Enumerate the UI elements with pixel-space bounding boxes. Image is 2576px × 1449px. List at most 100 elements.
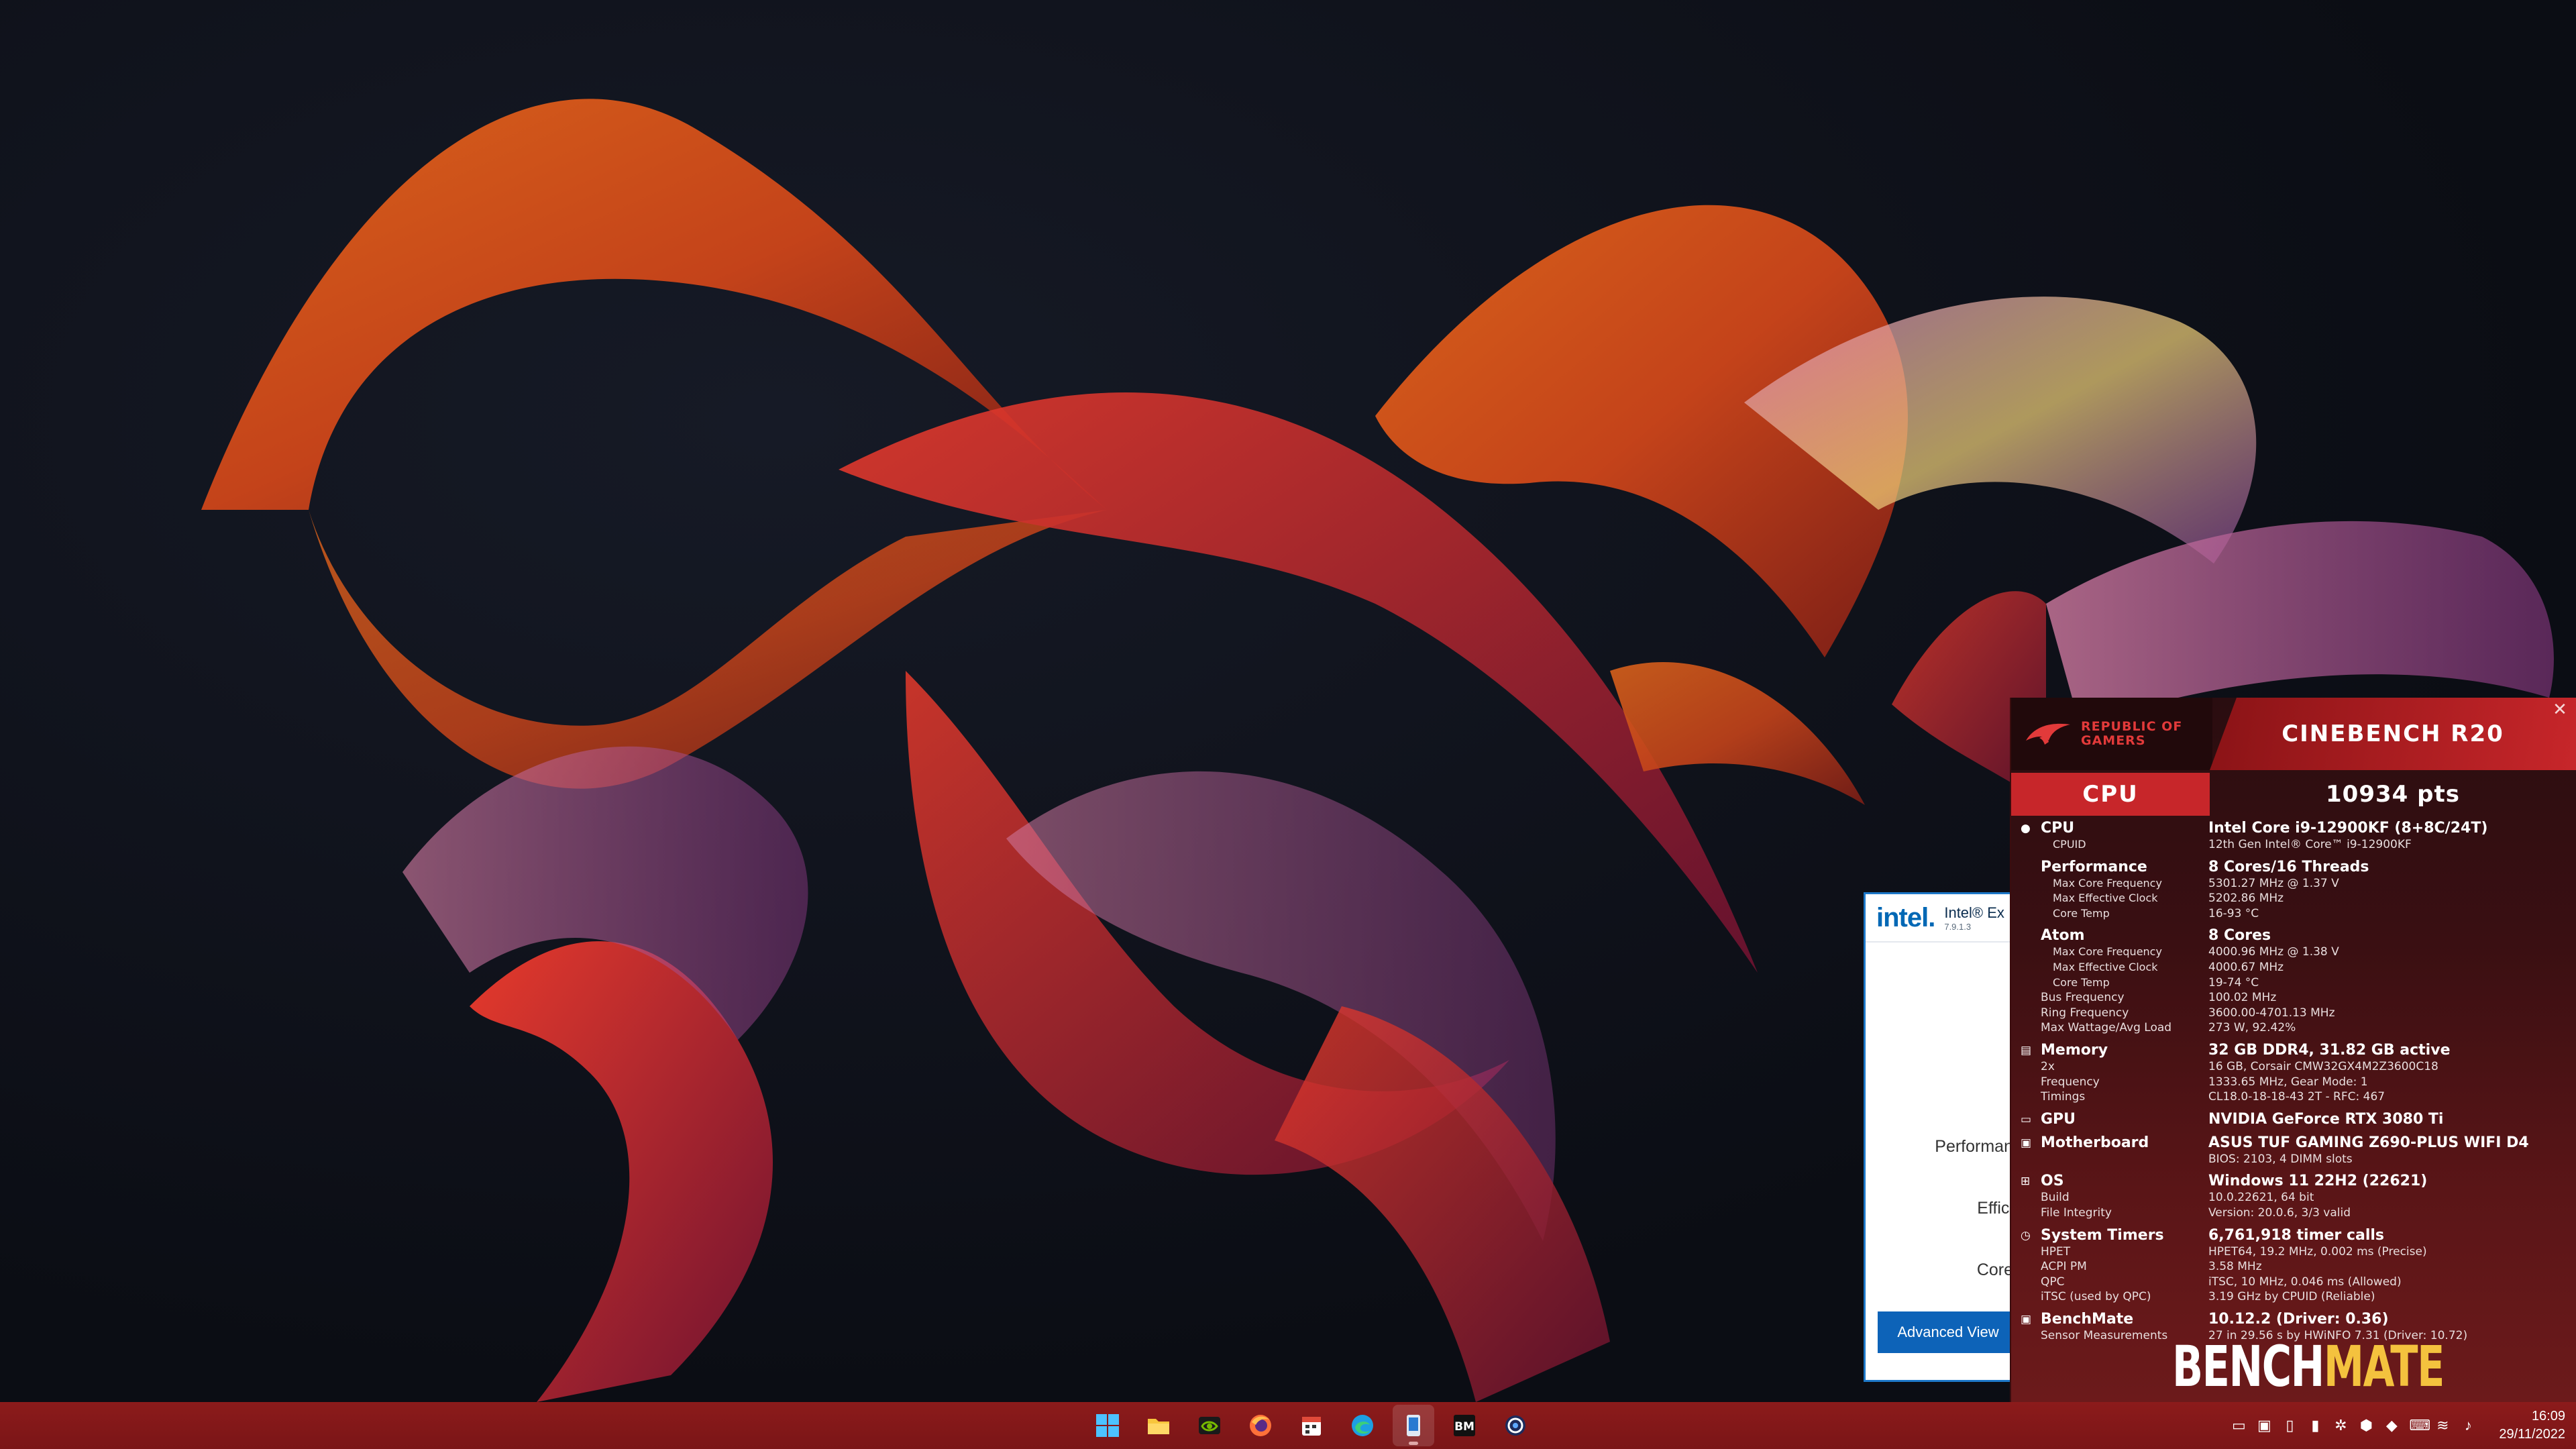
spec-row: Core Temp 16-93 °C	[2011, 907, 2576, 922]
spec-key: CPU	[2041, 820, 2075, 837]
spec-value: 32 GB DDR4, 31.82 GB active	[2208, 1041, 2451, 1059]
spec-row: ● CPU Intel Core i9-12900KF (8+8C/24T)	[2011, 820, 2576, 838]
xtu-header: intel. Intel® Ex 7.9.1.3	[1866, 894, 2016, 943]
benchmate-logo-part-1: BENCH	[2172, 1334, 2324, 1399]
spec-key: ACPI PM	[2041, 1260, 2087, 1274]
spec-value: 19-74 °C	[2208, 975, 2259, 989]
benchmark-title: CINEBENCH R20	[2282, 720, 2504, 747]
document-icon[interactable]: ▯	[2282, 1417, 2298, 1434]
spec-value: ASUS TUF GAMING Z690-PLUS WIFI D4	[2208, 1134, 2529, 1151]
xtu-core-label: Core	[1976, 1260, 2013, 1279]
advanced-view-button[interactable]: Advanced View	[1878, 1311, 2019, 1353]
xtu-version: 7.9.1.3	[1944, 921, 1972, 932]
nvidia-icon	[1199, 1417, 1220, 1434]
spec-value: 3.58 MHz	[2208, 1260, 2262, 1274]
spec-key: Max Effective Clock	[2053, 960, 2158, 973]
spec-row: ⊞ OS Windows 11 22H2 (22621)	[2011, 1173, 2576, 1191]
timer-icon: ◷	[2021, 1228, 2031, 1242]
clock-date: 29/11/2022	[2499, 1427, 2565, 1442]
close-icon[interactable]: ✕	[2551, 700, 2569, 719]
score-type: CPU	[2011, 773, 2210, 816]
spec-row: ▤ Memory 32 GB DDR4, 31.82 GB active	[2011, 1042, 2576, 1060]
edge-button[interactable]	[1342, 1405, 1383, 1446]
keyboard-icon[interactable]: ⌨	[2409, 1417, 2430, 1434]
clock[interactable]: 16:09 29/11/2022	[2499, 1407, 2565, 1444]
start-button[interactable]	[1087, 1405, 1128, 1446]
spec-key: Motherboard	[2041, 1134, 2149, 1151]
chat-icon[interactable]: ▭	[2231, 1417, 2247, 1434]
spec-value: Windows 11 22H2 (22621)	[2208, 1173, 2428, 1190]
calendar-app-button[interactable]	[1291, 1405, 1332, 1446]
intel-logo: intel.	[1876, 902, 1935, 932]
spec-value: Version: 20.0.6, 3/3 valid	[2208, 1205, 2351, 1220]
settings-icon[interactable]: ✲	[2332, 1417, 2349, 1434]
spec-value: 4000.96 MHz @ 1.38 V	[2208, 945, 2339, 959]
windows-icon: ⊞	[2021, 1175, 2031, 1189]
firefox-button[interactable]	[1240, 1405, 1281, 1446]
spec-key: Performance	[2041, 858, 2147, 875]
spec-value: 8 Cores	[2208, 927, 2271, 945]
spec-row: iTSC (used by QPC) 3.19 GHz by CPUID (Rel…	[2011, 1290, 2576, 1305]
motherboard-icon: ▣	[2021, 1136, 2032, 1150]
shield-icon[interactable]: ⬢	[2358, 1417, 2374, 1434]
spec-row: HPET HPET64, 19.2 MHz, 0.002 ms (Precise)	[2011, 1245, 2576, 1260]
benchmate-result-panel[interactable]: REPUBLIC OF GAMERS CINEBENCH R20 ✕ CPU 1…	[2010, 698, 2576, 1402]
cinebench-button[interactable]	[1495, 1405, 1536, 1446]
bm-icon: BM	[1454, 1415, 1475, 1436]
spec-key: 2x	[2041, 1059, 2055, 1073]
spec-row: Max Core Frequency 5301.27 MHz @ 1.37 V	[2011, 877, 2576, 892]
xtu-button[interactable]	[1393, 1405, 1434, 1446]
spec-key: Bus Frequency	[2041, 991, 2125, 1005]
benchmate-icon: ▣	[2021, 1312, 2032, 1326]
spec-value: 4000.67 MHz	[2208, 960, 2284, 974]
intel-xtu-window[interactable]: intel. Intel® Ex 7.9.1.3 Performan Effic…	[1864, 892, 2019, 1382]
spec-row: Atom 8 Cores	[2011, 927, 2576, 945]
spec-value: 100.02 MHz	[2208, 991, 2277, 1005]
rog-text-line-2: GAMERS	[2081, 733, 2146, 748]
spec-key: Frequency	[2041, 1075, 2100, 1089]
spec-value: iTSC, 10 MHz, 0.046 ms (Allowed)	[2208, 1275, 2402, 1289]
nvidia-button[interactable]	[1189, 1405, 1230, 1446]
spec-key: Core Temp	[2053, 906, 2110, 920]
spec-key: CPUID	[2053, 838, 2086, 851]
spec-list: ● CPU Intel Core i9-12900KF (8+8C/24T) CPUI…	[2011, 820, 2576, 1344]
spec-key: BenchMate	[2041, 1310, 2134, 1328]
spec-key: Timings	[2041, 1090, 2086, 1104]
spec-key: Max Effective Clock	[2053, 892, 2158, 905]
volume-icon[interactable]: ♪	[2460, 1417, 2476, 1434]
spec-key: Sensor Measurements	[2041, 1328, 2168, 1342]
spec-value: 8 Cores/16 Threads	[2208, 858, 2369, 875]
monitor-icon[interactable]: ▣	[2256, 1417, 2272, 1434]
spec-key: Max Wattage/Avg Load	[2041, 1021, 2172, 1035]
spec-row: Core Temp 19-74 °C	[2011, 976, 2576, 991]
bench-header: REPUBLIC OF GAMERS CINEBENCH R20 ✕	[2011, 698, 2576, 770]
folder-icon	[1148, 1419, 1169, 1434]
gpu-icon: ▭	[2021, 1112, 2032, 1126]
spec-key: File Integrity	[2041, 1205, 2112, 1220]
spec-key: Build	[2041, 1191, 2070, 1205]
spec-value: 3.19 GHz by CPUID (Reliable)	[2208, 1290, 2375, 1304]
device-icon[interactable]: ▮	[2307, 1417, 2323, 1434]
score-value: 10934 pts	[2326, 781, 2460, 808]
taskbar: BM ▭ ▣ ▯ ▮ ✲ ⬢ ◆ ⌨ ≋ ♪ 16:09 29/11/2022	[0, 1402, 2576, 1449]
spec-row: Max Effective Clock 4000.67 MHz	[2011, 961, 2576, 976]
spec-row: ▣ BenchMate 10.12.2 (Driver: 0.36)	[2011, 1311, 2576, 1329]
edge-icon	[1352, 1415, 1373, 1436]
spec-value: 10.12.2 (Driver: 0.36)	[2208, 1310, 2389, 1328]
nvidia-tray-icon[interactable]: ◆	[2383, 1417, 2400, 1434]
wifi-icon[interactable]: ≋	[2434, 1417, 2451, 1434]
benchmate-button[interactable]: BM	[1444, 1405, 1485, 1446]
spec-key: System Timers	[2041, 1226, 2164, 1244]
spec-value: BIOS: 2103, 4 DIMM slots	[2208, 1152, 2353, 1166]
file-explorer-button[interactable]	[1138, 1405, 1179, 1446]
memory-icon: ▤	[2021, 1043, 2032, 1057]
xtu-title: Intel® Ex	[1944, 904, 2004, 921]
spec-row: BIOS: 2103, 4 DIMM slots	[2011, 1152, 2576, 1168]
spec-value: 1333.65 MHz, Gear Mode: 1	[2208, 1075, 2368, 1089]
cpu-icon: ●	[2021, 822, 2031, 835]
spec-value: NVIDIA GeForce RTX 3080 Ti	[2208, 1110, 2444, 1128]
cinebench-icon	[1505, 1415, 1525, 1436]
xtu-icon	[1407, 1415, 1420, 1436]
spec-value: 5301.27 MHz @ 1.37 V	[2208, 876, 2339, 890]
spec-row: ACPI PM 3.58 MHz	[2011, 1260, 2576, 1275]
